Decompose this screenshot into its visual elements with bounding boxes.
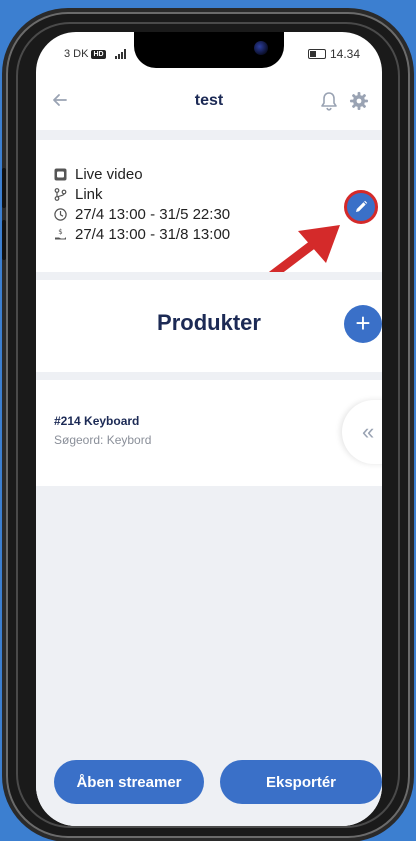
- app-header: test: [36, 84, 382, 124]
- hand-coin-icon: $: [55, 228, 66, 240]
- info-row-link: Link: [54, 186, 103, 203]
- info-link-label: Link: [75, 186, 103, 203]
- products-title: Produkter: [157, 310, 261, 335]
- product-keyword: Søgeord: Keybord: [54, 433, 152, 447]
- phone-screen: 3 DK HD 14.34 test Live video Link 27/4 …: [36, 32, 382, 826]
- hd-badge: HD: [91, 49, 106, 59]
- section-divider: [36, 130, 382, 140]
- clock-time: 14.34: [329, 47, 360, 61]
- svg-text:$: $: [58, 228, 62, 236]
- phone-side-button: [2, 220, 6, 260]
- section-divider: [36, 372, 382, 380]
- carrier-label: 3 DK: [64, 48, 89, 60]
- info-row-payout: $ 27/4 13:00 - 31/8 13:00: [54, 226, 230, 243]
- product-name: #214 Keyboard: [54, 414, 140, 428]
- battery-icon: [307, 49, 326, 59]
- info-type-label: Live video: [75, 166, 143, 183]
- video-square-icon: [54, 168, 67, 181]
- product-list-item[interactable]: #214 Keyboard Søgeord: Keybord «: [36, 380, 382, 486]
- add-product-button[interactable]: +: [344, 305, 382, 343]
- info-period-label: 27/4 13:00 - 31/5 22:30: [75, 206, 231, 223]
- phone-side-button: [2, 168, 6, 208]
- clock-icon: [54, 208, 67, 221]
- products-section: Produkter +: [36, 280, 382, 372]
- pencil-icon: [356, 200, 368, 212]
- link-branch-icon: [54, 188, 67, 201]
- open-streamer-button[interactable]: Åben streamer: [54, 760, 204, 804]
- info-payout-label: 27/4 13:00 - 31/8 13:00: [75, 226, 231, 243]
- double-chevron-left-icon[interactable]: «: [342, 400, 382, 464]
- camera: [254, 41, 268, 55]
- info-row-period: 27/4 13:00 - 31/5 22:30: [54, 206, 230, 223]
- info-row-type: Live video: [54, 166, 143, 183]
- plus-icon: +: [355, 308, 371, 338]
- gear-icon[interactable]: [348, 90, 370, 112]
- export-button[interactable]: Eksportér: [220, 760, 382, 804]
- signal-icon: [114, 49, 126, 59]
- bell-icon[interactable]: [318, 90, 340, 112]
- section-divider: [36, 272, 382, 280]
